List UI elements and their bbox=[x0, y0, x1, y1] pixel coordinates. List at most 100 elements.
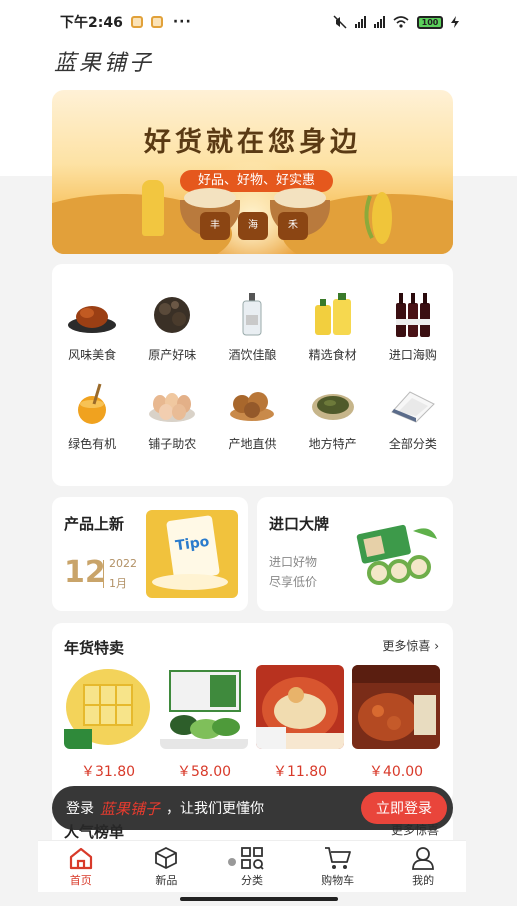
charging-icon bbox=[451, 16, 459, 28]
category-label: 进口海购 bbox=[388, 348, 437, 362]
oil-bottle-icon bbox=[142, 180, 164, 236]
status-indicators: 100 bbox=[333, 15, 459, 29]
corn-icon bbox=[364, 192, 392, 244]
liquor-bottle-icon bbox=[227, 292, 277, 338]
year-goods-section: 年货特卖 更多惊喜 › ￥31.80 ￥58.00 ￥11.80 ￥40.00 bbox=[52, 623, 453, 803]
category-item[interactable]: 进口海购 bbox=[373, 292, 453, 363]
tab-label: 首页 bbox=[69, 873, 92, 887]
category-item[interactable]: 产地直供 bbox=[212, 381, 292, 452]
tab-profile[interactable]: 我的 bbox=[380, 841, 466, 892]
category-item[interactable]: 铺子助农 bbox=[132, 381, 212, 452]
new-products-title: 产品上新 bbox=[64, 515, 125, 533]
category-label: 全部分类 bbox=[388, 437, 437, 451]
category-label: 酒饮佳酿 bbox=[228, 348, 277, 362]
cube-icon bbox=[155, 846, 178, 869]
year-goods-more-link[interactable]: 更多惊喜 › bbox=[382, 637, 439, 654]
mushroom-icon bbox=[147, 292, 197, 338]
banner-title: 好货就在您身边 bbox=[144, 127, 361, 158]
plate bbox=[152, 574, 228, 590]
tab-home[interactable]: 首页 bbox=[38, 841, 124, 892]
tab-label: 新品 bbox=[155, 873, 178, 887]
category-item[interactable]: 全部分类 bbox=[373, 381, 453, 452]
product-price: ￥11.80 bbox=[272, 764, 328, 780]
oil-bottle-icon bbox=[308, 292, 358, 338]
bottom-tab-bar: 首页 新品 分类 购物车 我的 bbox=[38, 840, 466, 892]
category-item[interactable]: 地方特产 bbox=[293, 381, 373, 452]
category-item[interactable]: 精选食材 bbox=[293, 292, 373, 363]
new-products-month: 1月 bbox=[109, 577, 127, 590]
cart-icon bbox=[324, 846, 351, 869]
banner-jar: 丰 bbox=[200, 212, 230, 240]
tab-label: 购物车 bbox=[321, 873, 355, 887]
status-bar: 下午2:46 ··· 100 bbox=[0, 0, 517, 44]
new-product-image: Tipo bbox=[146, 510, 238, 598]
wine-bottles-icon bbox=[388, 292, 438, 338]
banner-jar: 禾 bbox=[278, 212, 308, 240]
mute-icon bbox=[333, 15, 347, 29]
login-prompt-suffix: ，让我们更懂你 bbox=[166, 801, 265, 817]
app-header: 蓝果铺子 bbox=[0, 44, 517, 86]
tab-label: 分类 bbox=[240, 873, 263, 887]
tea-icon bbox=[308, 381, 358, 427]
product-card[interactable]: ￥31.80 bbox=[64, 665, 152, 781]
new-products-card[interactable]: 产品上新 12 2022 1月 Tipo bbox=[52, 497, 248, 611]
category-label: 地方特产 bbox=[308, 437, 357, 451]
category-label: 风味美食 bbox=[68, 348, 117, 362]
roast-duck-icon bbox=[67, 292, 117, 338]
product-price: ￥31.80 bbox=[80, 764, 136, 780]
product-card[interactable]: ￥40.00 bbox=[352, 665, 440, 781]
wifi-icon bbox=[393, 16, 409, 28]
year-goods-title: 年货特卖 bbox=[64, 639, 125, 657]
notification-icon bbox=[130, 16, 143, 28]
category-grid: 风味美食 原产好味 酒饮佳酿 精选食材 进口海购 绿色有机 铺子助农 产地直供 … bbox=[52, 292, 453, 452]
chevron-right-icon: › bbox=[434, 639, 439, 653]
honey-icon bbox=[67, 381, 117, 427]
import-brands-title: 进口大牌 bbox=[269, 515, 330, 533]
product-price: ￥40.00 bbox=[368, 764, 424, 780]
import-brands-line2: 尽享低价 bbox=[269, 575, 318, 589]
tab-category[interactable]: 分类 bbox=[209, 841, 295, 892]
eggs-icon bbox=[147, 381, 197, 427]
category-card: 风味美食 原产好味 酒饮佳酿 精选食材 进口海购 绿色有机 铺子助农 产地直供 … bbox=[52, 264, 453, 486]
floating-indicator-dot bbox=[228, 858, 236, 866]
tab-cart[interactable]: 购物车 bbox=[295, 841, 381, 892]
promo-banner[interactable]: 好货就在您身边 好品、好物、好实惠 丰 海 禾 bbox=[52, 90, 453, 254]
category-label: 精选食材 bbox=[308, 348, 357, 362]
import-brands-line1: 进口好物 bbox=[269, 555, 318, 569]
product-price: ￥58.00 bbox=[176, 764, 232, 780]
category-item[interactable]: 酒饮佳酿 bbox=[212, 292, 292, 363]
notification-icon bbox=[150, 16, 163, 28]
login-prompt-bar: 登录 蓝果铺子 ，让我们更懂你 立即登录 bbox=[52, 786, 453, 830]
banner-jar: 海 bbox=[238, 212, 268, 240]
category-item[interactable]: 风味美食 bbox=[52, 292, 132, 363]
more-notifications-icon: ··· bbox=[172, 14, 192, 30]
import-brands-card[interactable]: 进口大牌 进口好物 尽享低价 bbox=[257, 497, 453, 611]
category-item[interactable]: 绿色有机 bbox=[52, 381, 132, 452]
more-label: 更多惊喜 bbox=[382, 639, 431, 653]
home-icon bbox=[69, 847, 92, 869]
date-divider bbox=[103, 560, 104, 588]
app-logo: 蓝果铺子 bbox=[54, 51, 155, 76]
product-image bbox=[64, 665, 152, 749]
category-label: 产地直供 bbox=[228, 437, 277, 451]
tab-new[interactable]: 新品 bbox=[124, 841, 210, 892]
category-label: 铺子助农 bbox=[148, 437, 197, 451]
rice-icon bbox=[388, 381, 438, 427]
signal-icon bbox=[374, 16, 385, 28]
login-prompt-brand: 蓝果铺子 bbox=[100, 799, 161, 818]
snack-bag: Tipo bbox=[166, 515, 220, 581]
battery-icon: 100 bbox=[417, 15, 443, 29]
login-button[interactable]: 立即登录 bbox=[361, 792, 447, 824]
product-card[interactable]: ￥58.00 bbox=[160, 665, 248, 781]
product-image bbox=[352, 665, 440, 749]
swiss-roll-image bbox=[356, 524, 437, 585]
bag-brand: Tipo bbox=[174, 533, 211, 555]
product-image bbox=[160, 665, 248, 749]
category-item[interactable]: 原产好味 bbox=[132, 292, 212, 363]
home-indicator[interactable] bbox=[180, 897, 338, 901]
product-card[interactable]: ￥11.80 bbox=[256, 665, 344, 781]
product-image bbox=[256, 665, 344, 749]
user-icon bbox=[412, 846, 435, 870]
signal-icon bbox=[355, 16, 366, 28]
home-page: 下午2:46 ··· 100 蓝果铺子 好货就在您身边 好品、好物、好实惠 丰 … bbox=[0, 0, 517, 906]
